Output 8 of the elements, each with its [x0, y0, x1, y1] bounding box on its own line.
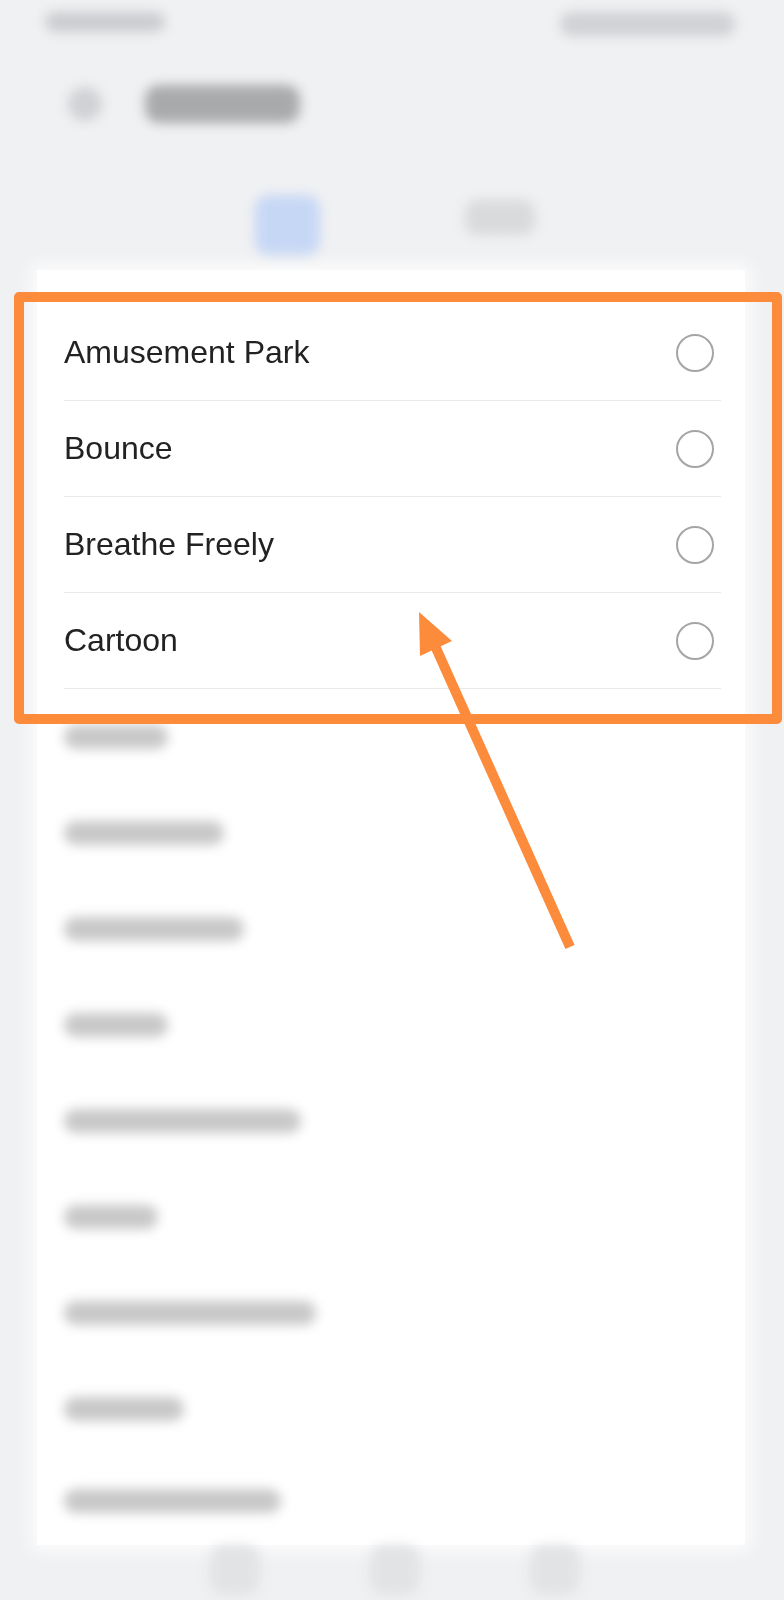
radio-button[interactable] [676, 621, 714, 660]
ringtone-name: Amusement Park [64, 333, 310, 372]
ringtone-name: Cartoon [64, 621, 178, 660]
ringtone-name: Breathe Freely [64, 525, 274, 564]
ringtone-name: Bounce [64, 429, 173, 468]
radio-button[interactable] [676, 429, 714, 468]
radio-button[interactable] [676, 333, 714, 372]
radio-button[interactable] [676, 525, 714, 564]
